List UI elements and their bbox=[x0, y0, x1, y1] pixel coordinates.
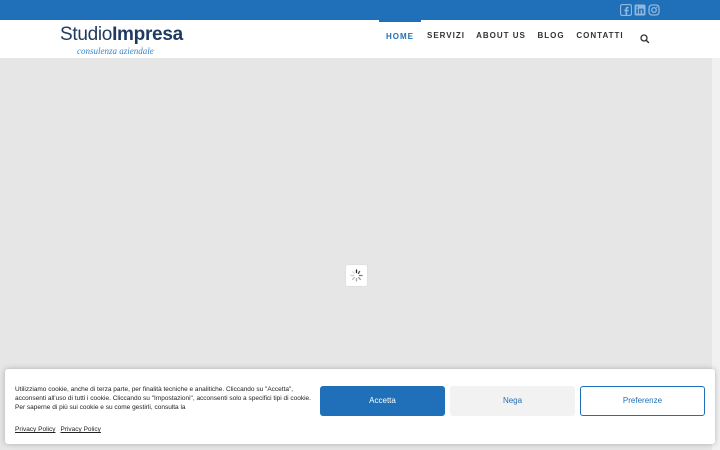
facebook-square-icon[interactable] bbox=[620, 4, 632, 16]
accept-cookies-button[interactable]: Accetta bbox=[320, 386, 445, 416]
menu-item-blog[interactable]: BLOG bbox=[535, 20, 567, 58]
linkedin-icon[interactable] bbox=[634, 4, 646, 16]
cookie-links: Privacy Policy Privacy Policy bbox=[15, 426, 106, 433]
spinner-icon bbox=[350, 269, 363, 282]
main-menu: HOME SERVIZI ABOUT US BLOG CONTATTI bbox=[0, 20, 720, 58]
menu-item-about-us[interactable]: ABOUT US bbox=[476, 20, 526, 58]
search-icon[interactable] bbox=[639, 32, 651, 44]
privacy-policy-link[interactable]: Privacy Policy bbox=[15, 426, 55, 433]
top-bar bbox=[0, 0, 720, 20]
cookie-message: Utilizziamo cookie, anche di terza parte… bbox=[15, 386, 311, 411]
deny-cookies-button[interactable]: Nega bbox=[450, 386, 575, 416]
instagram-icon[interactable] bbox=[648, 4, 660, 16]
social-links bbox=[620, 4, 660, 16]
menu-item-home[interactable]: HOME bbox=[379, 20, 421, 58]
loading-indicator bbox=[346, 265, 367, 286]
cookie-banner: Utilizziamo cookie, anche di terza parte… bbox=[5, 369, 715, 444]
main-navbar: StudioImpresa consulenza aziendale HOME … bbox=[0, 20, 720, 58]
menu-item-contatti[interactable]: CONTATTI bbox=[576, 20, 624, 58]
menu-item-servizi[interactable]: SERVIZI bbox=[424, 20, 468, 58]
cookie-preferences-button[interactable]: Preferenze bbox=[580, 386, 705, 416]
privacy-policy-link-secondary[interactable]: Privacy Policy bbox=[60, 426, 100, 433]
